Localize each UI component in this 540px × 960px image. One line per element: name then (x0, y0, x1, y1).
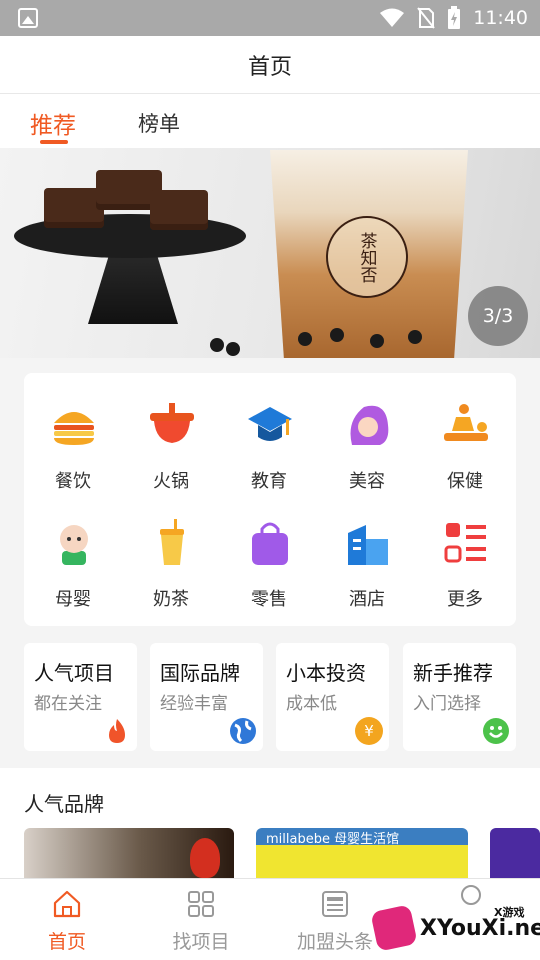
tab-recommend[interactable]: 推荐 (30, 106, 76, 140)
category-label: 教育 (251, 471, 287, 492)
brand-sign-text: millabebe 母婴生活馆 (266, 832, 400, 847)
watermark-logo (370, 904, 418, 952)
yen-coin-icon: ¥ (355, 717, 383, 745)
watermark-site: XYouXi.net (420, 916, 540, 941)
feature-card-international[interactable]: 国际品牌 经验丰富 (150, 643, 263, 751)
pearl (330, 328, 344, 342)
more-list-icon (444, 523, 486, 563)
brand-logo (190, 838, 220, 878)
category-label: 奶茶 (153, 589, 189, 610)
category-label: 酒店 (349, 589, 385, 610)
page-title: 首页 (247, 54, 292, 80)
feature-subtitle: 经验丰富 (160, 694, 228, 714)
baby-icon (60, 525, 88, 565)
category-hotel[interactable]: 酒店 (318, 491, 416, 610)
feature-title: 国际品牌 (160, 661, 240, 685)
category-label: 母婴 (55, 589, 91, 610)
popular-brands-section: 人气品牌 millabebe 母婴生活馆 (0, 768, 540, 878)
category-label: 火锅 (153, 471, 189, 492)
feature-card-beginner[interactable]: 新手推荐 入门选择 (403, 643, 516, 751)
graduation-cap-icon (248, 407, 292, 441)
feature-title: 人气项目 (34, 661, 114, 685)
globe-icon (230, 718, 256, 744)
category-health[interactable]: 保健 (416, 373, 514, 492)
woman-hair-icon (350, 405, 389, 445)
category-label: 保健 (447, 471, 483, 492)
feature-title: 小本投资 (286, 661, 366, 685)
category-label: 零售 (251, 589, 287, 610)
category-education[interactable]: 教育 (220, 373, 318, 492)
news-icon (322, 891, 348, 917)
cup-brand-label: 茶知否 (326, 216, 408, 298)
pearl (210, 338, 224, 352)
feature-subtitle: 入门选择 (413, 694, 481, 714)
battery-charging-icon (448, 6, 461, 29)
category-label: 更多 (447, 589, 483, 610)
category-label: 餐饮 (55, 471, 91, 492)
hotel-building-icon (348, 525, 388, 565)
massage-icon (444, 404, 488, 441)
feature-card-small-investment[interactable]: 小本投资 成本低 ¥ (276, 643, 389, 751)
home-icon (53, 890, 81, 918)
brand-card[interactable] (490, 828, 540, 878)
feature-subtitle: 成本低 (286, 694, 337, 714)
brand-card[interactable]: millabebe 母婴生活馆 (256, 828, 468, 878)
promo-banner[interactable]: 茶知否 3/3 (0, 148, 540, 358)
nav-label: 首页 (47, 931, 86, 953)
image-notification-icon (18, 8, 38, 28)
category-grid: 餐饮 火锅 教育 美容 保健 母婴 奶茶 零售 酒店 更多 (24, 373, 516, 626)
brownie-piece (44, 188, 104, 228)
no-sim-icon (417, 7, 436, 29)
category-catering[interactable]: 餐饮 (24, 373, 122, 492)
brand-card[interactable] (24, 828, 234, 878)
category-beauty[interactable]: 美容 (318, 373, 416, 492)
nav-label: 找项目 (172, 931, 230, 953)
cup-brand-text: 茶知否 (356, 231, 377, 283)
flame-icon (109, 719, 125, 743)
feature-subtitle: 都在关注 (34, 694, 102, 714)
hotpot-icon (150, 403, 194, 443)
clock: 11:40 (473, 7, 528, 29)
pearl (226, 342, 240, 356)
section-heading: 人气品牌 (24, 792, 104, 816)
tab-bar: 推荐 榜单 (0, 94, 540, 148)
brownie-piece (150, 190, 208, 230)
pearl (370, 334, 384, 348)
category-milk-tea[interactable]: 奶茶 (122, 491, 220, 610)
category-more[interactable]: 更多 (416, 491, 514, 610)
shopping-bag-icon (252, 522, 288, 565)
wifi-icon (380, 8, 405, 27)
status-bar: 11:40 (0, 0, 540, 36)
banner-page-counter: 3/3 (468, 286, 528, 346)
category-label: 美容 (349, 471, 385, 492)
title-bar: 首页 (0, 36, 540, 94)
category-maternal[interactable]: 母婴 (24, 491, 122, 610)
grid-icon (188, 891, 214, 917)
feature-title: 新手推荐 (413, 661, 493, 685)
tab-ranking[interactable]: 榜单 (138, 108, 180, 138)
feature-card-popular[interactable]: 人气项目 都在关注 (24, 643, 137, 751)
category-retail[interactable]: 零售 (220, 491, 318, 610)
bowl-stand (88, 250, 178, 324)
pearl (408, 330, 422, 344)
burger-icon (54, 412, 94, 445)
milk-tea-icon (160, 519, 184, 565)
pearl (298, 332, 312, 346)
active-tab-indicator (40, 140, 68, 144)
smile-icon (483, 718, 509, 744)
nav-home[interactable]: 首页 (0, 879, 134, 960)
nav-find-projects[interactable]: 找项目 (134, 879, 268, 960)
watermark: X游戏 XYouXi.net (370, 890, 540, 956)
category-hotpot[interactable]: 火锅 (122, 373, 220, 492)
